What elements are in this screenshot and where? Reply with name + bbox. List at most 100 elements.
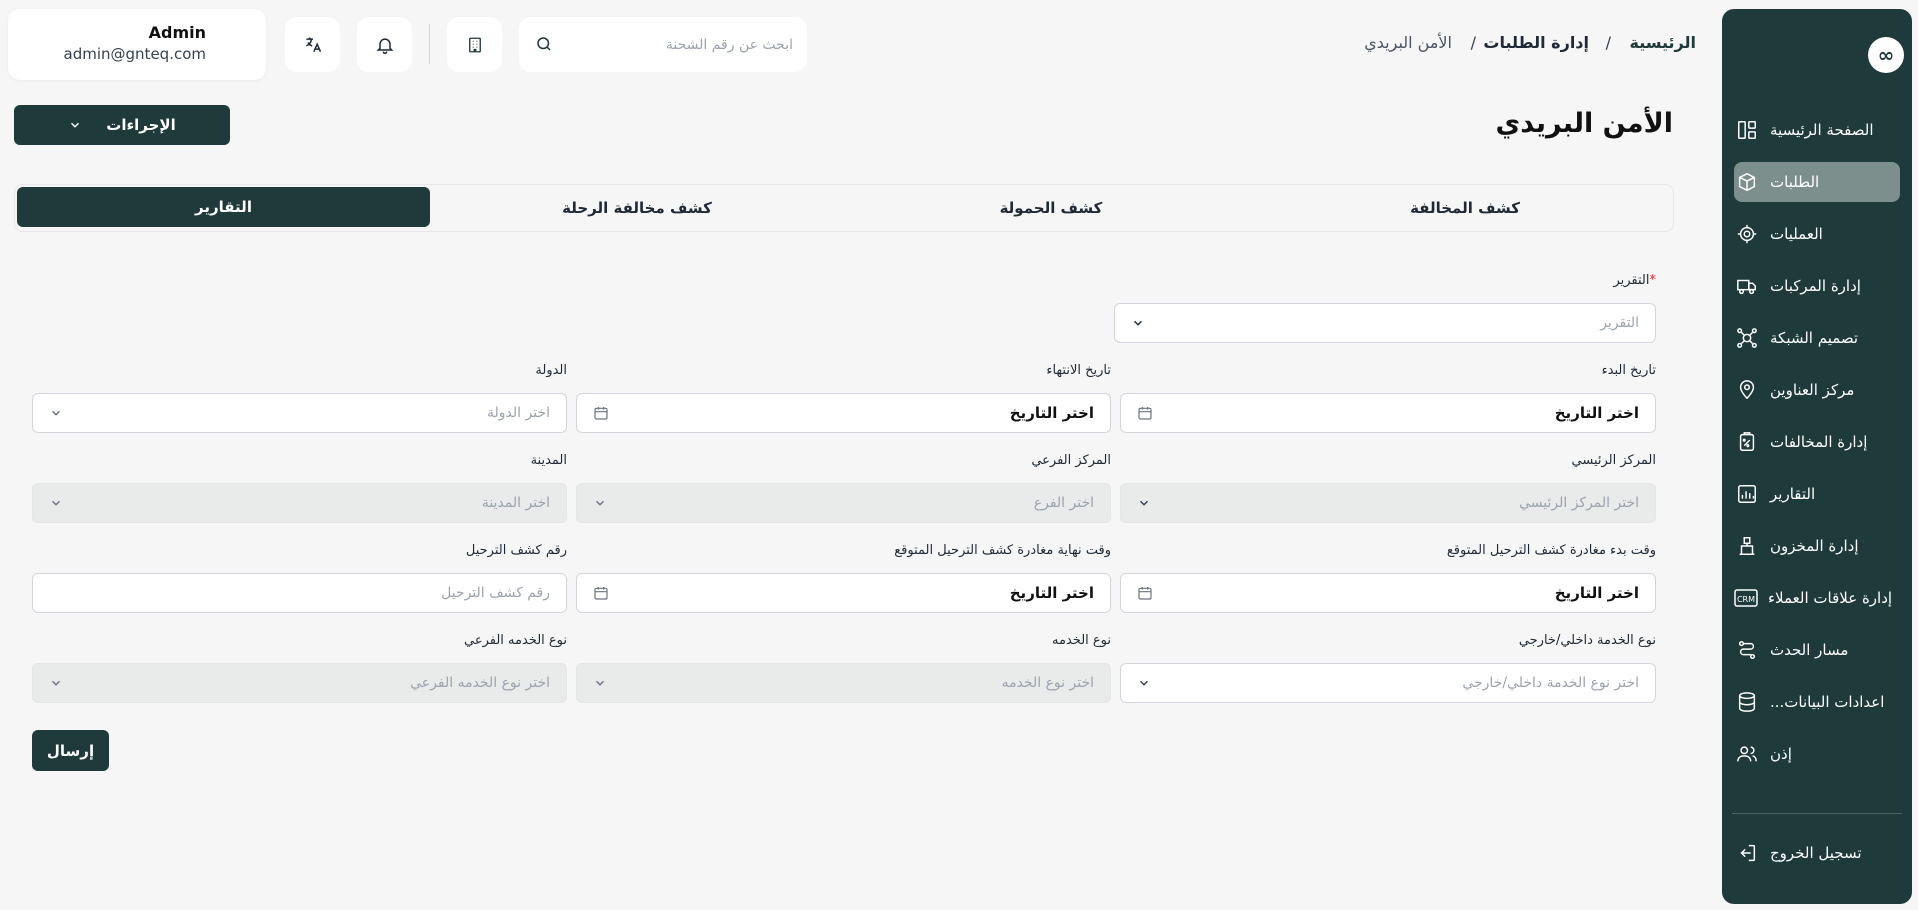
service-type-placeholder: اختر نوع الخدمه [1001, 675, 1094, 691]
logout-button[interactable]: تسجيل الخروج [1734, 833, 1900, 873]
tab-load-report[interactable]: كشف الحمولة [844, 185, 1258, 231]
sidebar-item-label: الطلبات [1770, 173, 1820, 191]
sidebar-item-vehicles[interactable]: إدارة المركبات [1734, 266, 1900, 306]
end-date-picker[interactable]: اختر التاريخ [576, 393, 1111, 433]
calendar-icon [1137, 585, 1153, 601]
dashboard-icon [1734, 117, 1760, 143]
svg-text:CRM: CRM [1737, 595, 1755, 604]
sidebar-item-label: إدارة علاقات العملاء [1768, 589, 1893, 607]
submit-button[interactable]: إرسال [32, 730, 109, 771]
city-select[interactable]: اختر المدينة [32, 483, 567, 523]
breadcrumb-section[interactable]: إدارة الطلبات [1483, 33, 1589, 52]
calendar-icon [1137, 405, 1153, 421]
sidebar-item-label: التقارير [1770, 485, 1816, 503]
manifest-number-input[interactable] [49, 585, 550, 601]
sidebar-item-label: إدارة المركبات [1770, 277, 1861, 295]
service-type-select[interactable]: اختر نوع الخدمه [576, 663, 1111, 703]
chevron-down-icon [1137, 676, 1151, 690]
departure-end-picker[interactable]: اختر التاريخ [576, 573, 1111, 613]
service-subtype-label: نوع الخدمه الفرعي [464, 633, 567, 648]
sidebar-item-label: إدارة المخالفات [1770, 433, 1868, 451]
departure-start-picker[interactable]: اختر التاريخ [1120, 573, 1656, 613]
manifest-number-label: رقم كشف الترحيل [465, 543, 567, 558]
service-scope-label: نوع الخدمة داخلي/خارجي [1518, 633, 1656, 648]
logout-icon [1734, 840, 1760, 866]
sidebar-item-operations[interactable]: العمليات [1734, 214, 1900, 254]
city-placeholder: اختر المدينة [481, 495, 550, 511]
service-scope-placeholder: اختر نوع الخدمة داخلي/خارجي [1462, 675, 1639, 691]
calendar-icon [593, 585, 609, 601]
sidebar-item-orders[interactable]: الطلبات [1734, 162, 1900, 202]
location-icon [1734, 377, 1760, 403]
sidebar-item-label: إدارة المخزون [1770, 537, 1859, 555]
report-icon [1734, 481, 1760, 507]
breadcrumb-separator: / [1470, 33, 1476, 52]
sidebar-item-label: الصفحة الرئيسية [1770, 121, 1874, 139]
chevron-down-icon [1137, 496, 1151, 510]
main-center-select[interactable]: اختر المركز الرئيسي [1120, 483, 1656, 523]
start-date-label: تاريخ البدء [1601, 363, 1656, 378]
tab-reports[interactable]: التقارير [17, 187, 430, 227]
manifest-number-field[interactable] [32, 573, 567, 613]
sidebar-item-crm[interactable]: إدارة علاقات العملاء CRM [1734, 578, 1900, 618]
logout-label: تسجيل الخروج [1770, 844, 1862, 862]
departure-start-label: وقت بدء مغادرة كشف الترحيل المتوقع [1446, 543, 1656, 558]
sidebar-item-addresses[interactable]: مركز العناوين [1734, 370, 1900, 410]
country-select[interactable]: اختر الدولة [32, 393, 567, 433]
main-center-placeholder: اختر المركز الرئيسي [1519, 495, 1639, 511]
box-icon [1734, 169, 1760, 195]
chevron-down-icon [68, 118, 82, 132]
report-label: *التقرير [1613, 273, 1656, 288]
service-subtype-placeholder: اختر نوع الخدمه الفرعي [410, 675, 550, 691]
required-marker: * [1649, 273, 1657, 288]
start-date-picker[interactable]: اختر التاريخ [1120, 393, 1656, 433]
inventory-icon [1734, 533, 1760, 559]
service-type-label: نوع الخدمه [1052, 633, 1111, 648]
sidebar-item-inventory[interactable]: إدارة المخزون [1734, 526, 1900, 566]
user-card[interactable]: Admin admin@gnteq.com [8, 9, 266, 80]
actions-dropdown[interactable]: الإجراءات [14, 105, 230, 145]
country-placeholder: اختر الدولة [487, 405, 550, 421]
report-placeholder: التقرير [1600, 315, 1639, 331]
database-icon [1734, 689, 1760, 715]
service-subtype-select[interactable]: اختر نوع الخدمه الفرعي [32, 663, 567, 703]
sidebar-item-data-settings[interactable]: اعدادات البيانات... [1734, 682, 1900, 722]
building-icon [466, 36, 484, 54]
breadcrumb-separator: / [1605, 33, 1611, 52]
sidebar-item-permissions[interactable]: إذن [1734, 734, 1900, 774]
chevron-down-icon [1131, 316, 1145, 330]
sidebar-item-violations[interactable]: إدارة المخالفات [1734, 422, 1900, 462]
language-button[interactable] [285, 17, 340, 72]
branch-center-placeholder: اختر الفرع [1033, 495, 1094, 511]
main-center-label: المركز الرئيسي [1571, 453, 1656, 468]
notifications-button[interactable] [357, 17, 412, 72]
tab-trip-violation-report[interactable]: كشف مخالفة الرحلة [430, 185, 844, 231]
chevron-down-icon [49, 496, 63, 510]
departure-end-label: وقت نهاية مغادرة كشف الترحيل المتوقع [894, 543, 1111, 558]
organization-button[interactable] [447, 17, 502, 72]
departure-start-value: اختر التاريخ [1554, 584, 1639, 602]
sidebar-item-reports[interactable]: التقارير [1734, 474, 1900, 514]
branch-center-select[interactable]: اختر الفرع [576, 483, 1111, 523]
bell-icon [375, 35, 395, 55]
search-box[interactable] [519, 17, 807, 72]
breadcrumb-current: الأمن البريدي [1364, 33, 1452, 52]
tab-violation-report[interactable]: كشف المخالفة [1258, 185, 1672, 231]
users-icon [1734, 741, 1760, 767]
sidebar-item-event-route[interactable]: مسار الحدث [1734, 630, 1900, 670]
violation-icon [1734, 429, 1760, 455]
sidebar-item-home[interactable]: الصفحة الرئيسية [1734, 110, 1900, 150]
search-icon [535, 35, 553, 53]
translate-icon [303, 35, 323, 55]
report-select[interactable]: التقرير [1114, 303, 1656, 343]
settings-icon [1734, 221, 1760, 247]
user-name: Admin [148, 23, 206, 42]
service-scope-select[interactable]: اختر نوع الخدمة داخلي/خارجي [1120, 663, 1656, 703]
sidebar: ∞ الصفحة الرئيسية الطلبات العمليات إدارة… [1722, 9, 1912, 904]
sidebar-item-network[interactable]: تصميم الشبكة [1734, 318, 1900, 358]
country-label: الدولة [535, 363, 567, 378]
chevron-down-icon [49, 406, 63, 420]
breadcrumb-home[interactable]: الرئيسية [1630, 33, 1697, 52]
search-input[interactable] [563, 17, 793, 72]
chevron-down-icon [593, 676, 607, 690]
